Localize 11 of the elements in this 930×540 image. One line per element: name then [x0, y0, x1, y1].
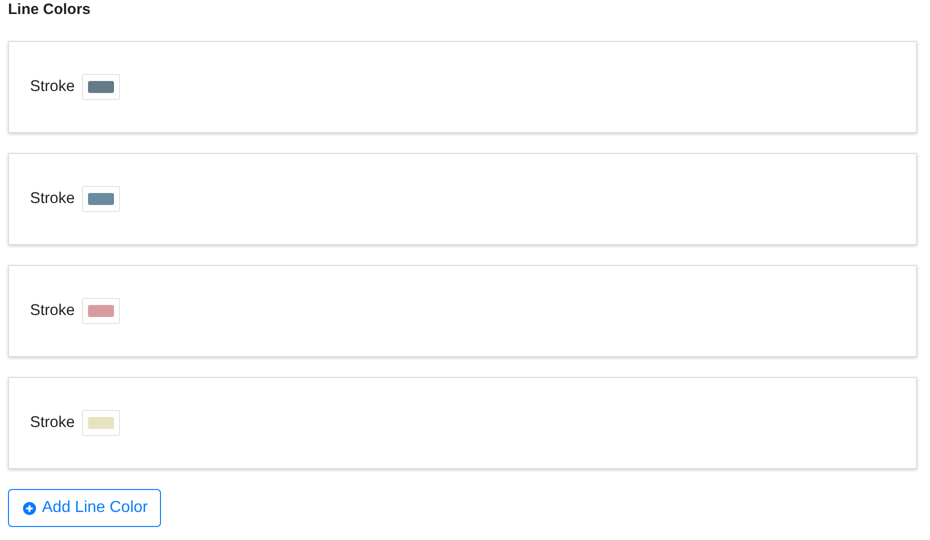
add-line-color-button[interactable]: Add Line Color: [8, 489, 161, 527]
stroke-label: Stroke: [30, 414, 75, 432]
color-picker[interactable]: [82, 186, 120, 212]
stroke-label: Stroke: [30, 78, 75, 96]
stroke-label: Stroke: [30, 190, 75, 208]
section-title: Line Colors: [8, 0, 92, 20]
stroke-label: Stroke: [30, 302, 75, 320]
color-picker[interactable]: [82, 74, 120, 100]
plus-circle-icon: [23, 502, 36, 514]
color-picker[interactable]: [82, 410, 120, 436]
color-picker[interactable]: [82, 298, 120, 324]
